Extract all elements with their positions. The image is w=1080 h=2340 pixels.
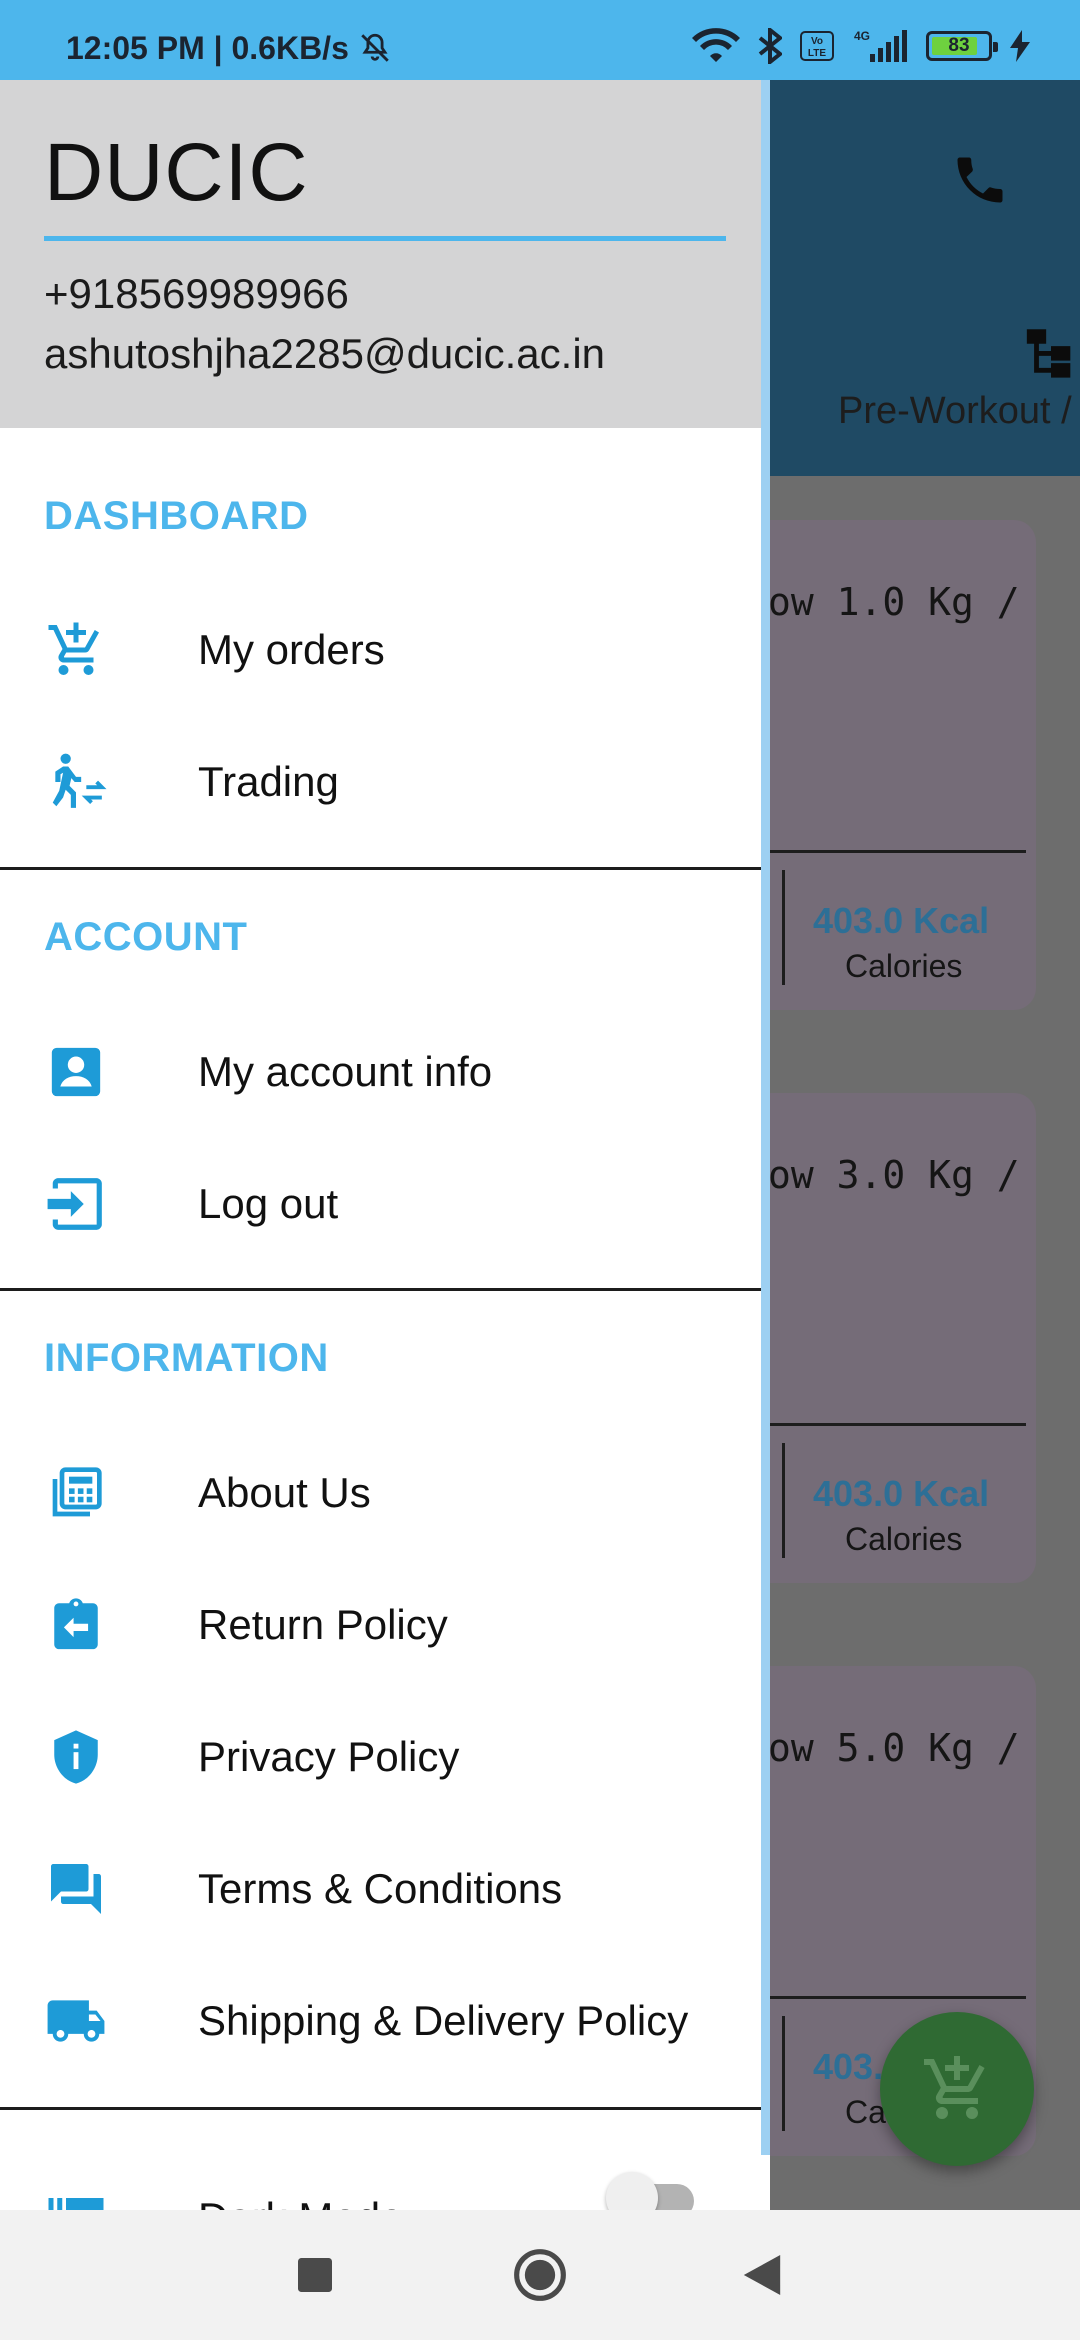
add-to-cart-icon	[44, 618, 108, 682]
menu-item-about-us[interactable]: About Us	[0, 1433, 760, 1553]
menu-item-privacy-policy[interactable]: Privacy Policy	[0, 1697, 760, 1817]
charging-icon	[1010, 30, 1030, 62]
section-divider	[0, 2107, 770, 2110]
shield-icon	[44, 1725, 108, 1789]
card-calories-label: Calories	[845, 1521, 963, 1557]
home-button[interactable]	[500, 2235, 580, 2315]
dark-mode-toggle[interactable]	[606, 2168, 698, 2210]
menu-item-log-out[interactable]: Log out	[0, 1144, 760, 1264]
status-icons: Vo LTE 4G 83	[692, 26, 1030, 66]
status-bar: 12:05 PM | 0.6KB/s Vo LTE 4G 83	[0, 0, 1080, 80]
status-time: 12:05 PM | 0.6KB/s	[66, 30, 392, 67]
svg-text:LTE: LTE	[808, 48, 826, 59]
drawer-scrollbar[interactable]	[761, 80, 770, 2155]
menu-label: Shipping & Delivery Policy	[198, 1997, 689, 2044]
cart-fab-button[interactable]	[880, 2012, 1034, 2166]
clock-text: 12:05 PM	[66, 30, 205, 66]
user-phone: +918569989966	[44, 270, 349, 317]
wifi-icon	[692, 28, 740, 62]
card-separator	[782, 1443, 785, 1558]
drawer-header: DUCIC +918569989966 ashutoshjha2285@duci…	[0, 80, 770, 428]
svg-text:4G: 4G	[854, 29, 870, 43]
brand-title: DUCIC	[44, 127, 309, 218]
return-icon	[44, 1593, 108, 1657]
menu-label: Trading	[198, 758, 339, 805]
menu-label: Terms & Conditions	[198, 1865, 563, 1912]
section-title-dashboard: DASHBOARD	[44, 494, 309, 538]
volte-icon: VoLTE	[800, 31, 834, 61]
gallery-icon	[44, 2186, 108, 2210]
tree-icon[interactable]	[1022, 322, 1080, 385]
calculator-icon	[44, 1461, 108, 1525]
menu-label: Return Policy	[198, 1601, 448, 1648]
logout-icon	[44, 1172, 108, 1236]
recents-button[interactable]	[275, 2235, 355, 2315]
menu-item-terms-conditions[interactable]: Terms & Conditions	[0, 1829, 760, 1949]
card-kcal: 403.	[813, 2046, 884, 2087]
user-email: ashutoshjha2285@ducic.ac.in	[44, 330, 606, 377]
menu-item-my-account-info[interactable]: My account info	[0, 1012, 760, 1132]
menu-item-return-policy[interactable]: Return Policy	[0, 1565, 760, 1685]
section-divider	[0, 867, 770, 870]
navigation-drawer: DUCIC +918569989966 ashutoshjha2285@duci…	[0, 80, 770, 2210]
battery-icon: 83	[926, 31, 998, 61]
network-speed: 0.6KB/s	[231, 30, 349, 66]
card-weight: ow 1.0 Kg /	[768, 580, 1020, 624]
account-icon	[44, 1040, 108, 1104]
toggle-knob	[606, 2172, 658, 2210]
card-calories-label: Calories	[845, 948, 963, 984]
card-weight: ow 5.0 Kg /	[768, 1726, 1020, 1770]
system-nav-bar	[0, 2210, 1080, 2340]
bluetooth-icon	[758, 28, 782, 64]
square-icon	[298, 2258, 332, 2292]
circle-icon	[514, 2249, 566, 2301]
section-divider	[0, 1288, 770, 1291]
menu-label: Dark Mode	[198, 2194, 403, 2210]
battery-level: 83	[948, 35, 970, 56]
menu-item-trading[interactable]: Trading	[0, 722, 760, 842]
menu-label: About Us	[198, 1469, 371, 1516]
card-kcal: 403.0 Kcal	[813, 1473, 990, 1514]
section-title-account: ACCOUNT	[44, 915, 248, 959]
trading-icon	[44, 750, 108, 814]
menu-item-my-orders[interactable]: My orders	[0, 590, 760, 710]
svg-text:Vo: Vo	[811, 36, 823, 47]
brand-underline	[44, 236, 726, 241]
menu-label: Log out	[198, 1180, 339, 1227]
category-label: Pre-Workout /	[838, 390, 1072, 432]
menu-label: My account info	[198, 1048, 493, 1095]
menu-item-shipping-delivery[interactable]: Shipping & Delivery Policy	[0, 1961, 760, 2081]
triangle-icon	[743, 2255, 781, 2295]
truck-icon	[44, 1989, 108, 2053]
section-title-information: INFORMATION	[44, 1336, 329, 1380]
back-button[interactable]	[722, 2235, 802, 2315]
chat-icon	[44, 1857, 108, 1921]
phone-icon[interactable]	[950, 150, 1010, 215]
signal-icon: 4G	[854, 29, 907, 62]
card-separator	[782, 870, 785, 985]
card-separator	[782, 2016, 785, 2131]
menu-label: Privacy Policy	[198, 1733, 460, 1780]
mute-icon	[360, 33, 389, 62]
menu-label: My orders	[198, 626, 385, 673]
add-to-cart-icon	[924, 2056, 985, 2119]
card-kcal: 403.0 Kcal	[813, 900, 990, 941]
card-weight: ow 3.0 Kg /	[768, 1153, 1020, 1197]
